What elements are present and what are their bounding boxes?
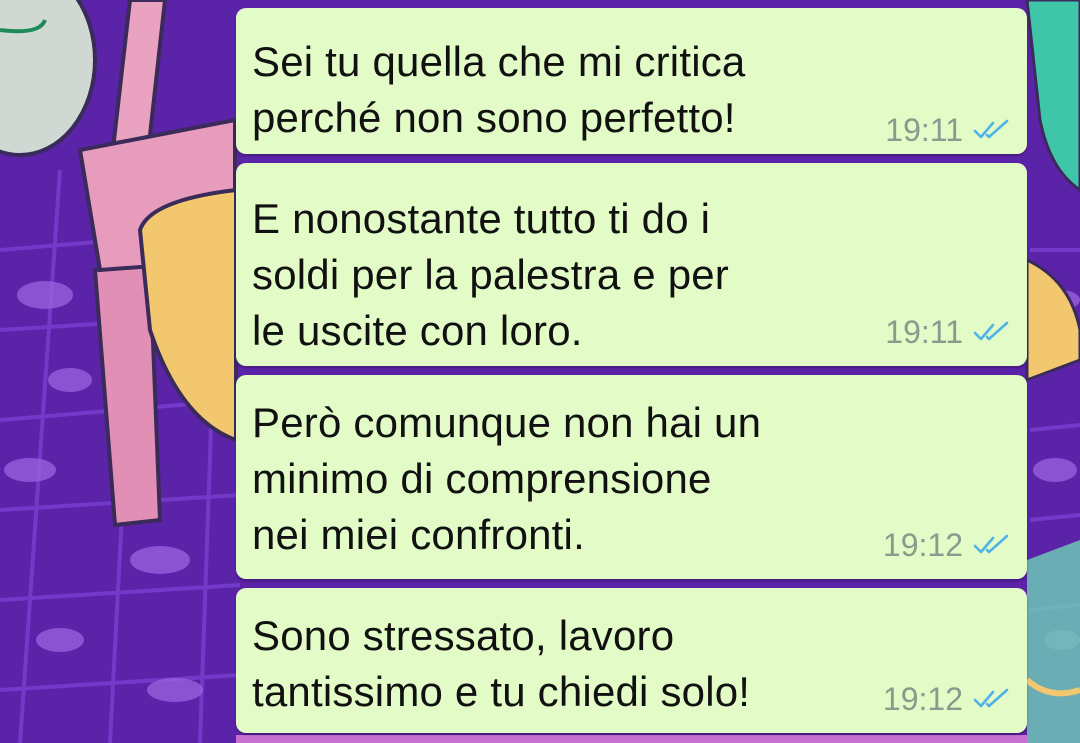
message-text: Sono stressato, lavoro tantissimo e tu c… [252, 612, 751, 715]
double-check-read-icon [973, 688, 1009, 708]
outgoing-message-bubble[interactable]: E nonostante tutto ti do i soldi per la … [236, 163, 1027, 366]
message-text: Sei tu quella che mi critica perché non … [252, 38, 746, 141]
message-timestamp: 19:11 [885, 112, 963, 148]
message-text: Però comunque non hai un minimo di compr… [252, 399, 762, 558]
message-text: E nonostante tutto ti do i soldi per la … [252, 195, 729, 354]
outgoing-message-bubble[interactable]: Però comunque non hai un minimo di compr… [236, 375, 1027, 579]
message-meta: 19:11 [885, 112, 1011, 148]
message-timestamp: 19:12 [882, 681, 963, 717]
double-check-read-icon [973, 534, 1009, 554]
message-meta: 19:11 [885, 314, 1011, 350]
outgoing-message-bubble[interactable]: Sono stressato, lavoro tantissimo e tu c… [236, 588, 1027, 733]
double-check-read-icon [973, 321, 1009, 341]
outgoing-message-bubble[interactable]: Sei tu quella che mi critica perché non … [236, 8, 1027, 154]
double-check-read-icon [973, 119, 1009, 139]
message-timestamp: 19:11 [885, 314, 963, 350]
chat-thread: Sei tu quella che mi critica perché non … [0, 0, 1080, 743]
message-meta: 19:12 [883, 681, 1011, 717]
message-meta: 19:12 [883, 527, 1011, 563]
message-timestamp: 19:12 [882, 527, 963, 563]
